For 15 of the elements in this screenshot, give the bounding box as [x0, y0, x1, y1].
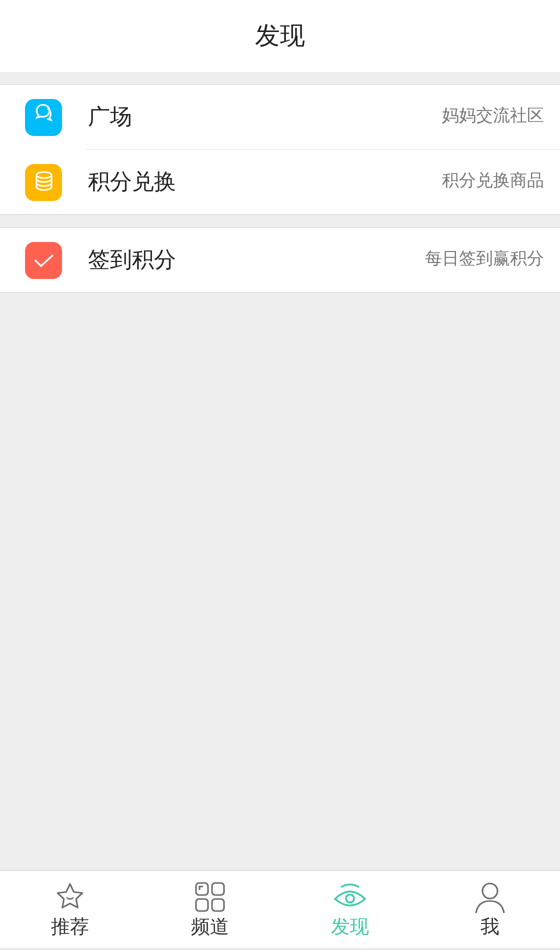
list-item[interactable]: 积分兑换 积分兑换商品 — [0, 150, 560, 214]
item-description: 每日签到赢积分 — [425, 248, 544, 272]
list-item[interactable]: 签到积分 每日签到赢积分 — [0, 228, 560, 292]
item-label: 广场 — [88, 104, 132, 132]
list-item[interactable]: 广场 妈妈交流社区 — [0, 85, 560, 149]
item-description: 积分兑换商品 — [442, 170, 544, 194]
tab-item[interactable]: 推荐 — [0, 871, 140, 948]
item-label: 积分兑换 — [88, 168, 176, 196]
page-title: 发现 — [255, 20, 305, 52]
item-description: 妈妈交流社区 — [442, 105, 544, 128]
person-icon — [473, 880, 507, 914]
item-label: 签到积分 — [88, 246, 176, 274]
tab-item[interactable]: 我 — [420, 871, 560, 948]
tab-item[interactable]: 频道 — [140, 871, 280, 948]
grid-icon — [193, 880, 227, 914]
